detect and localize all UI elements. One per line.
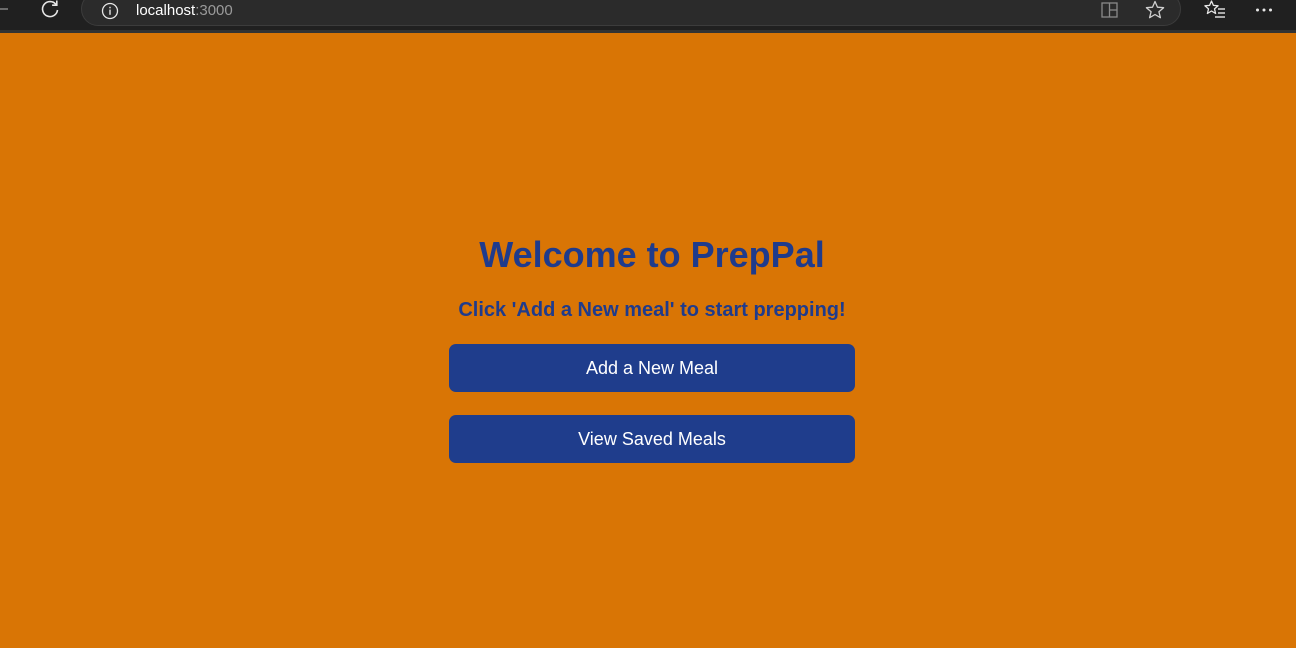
address-bar[interactable]: localhost:3000 (81, 0, 1181, 26)
refresh-icon[interactable] (36, 0, 64, 23)
url-host: localhost (136, 2, 196, 19)
app-page: Welcome to PrepPal Click 'Add a New meal… (0, 33, 1296, 648)
url-port: :3000 (195, 2, 233, 19)
page-title: Welcome to PrepPal (479, 234, 825, 275)
add-new-meal-button[interactable]: Add a New Meal (449, 344, 855, 392)
url-text[interactable]: localhost:3000 (136, 2, 233, 20)
browser-toolbar: localhost:3000 (0, 0, 1296, 33)
split-screen-icon[interactable] (1098, 0, 1122, 21)
favorites-icon[interactable] (1201, 0, 1229, 22)
view-saved-meals-button[interactable]: View Saved Meals (449, 415, 855, 463)
window-edge-mark (0, 8, 8, 10)
favorite-star-icon[interactable] (1142, 0, 1168, 21)
more-menu-icon[interactable] (1250, 0, 1278, 22)
info-icon[interactable] (100, 1, 120, 21)
page-subtitle: Click 'Add a New meal' to start prepping… (458, 299, 846, 321)
